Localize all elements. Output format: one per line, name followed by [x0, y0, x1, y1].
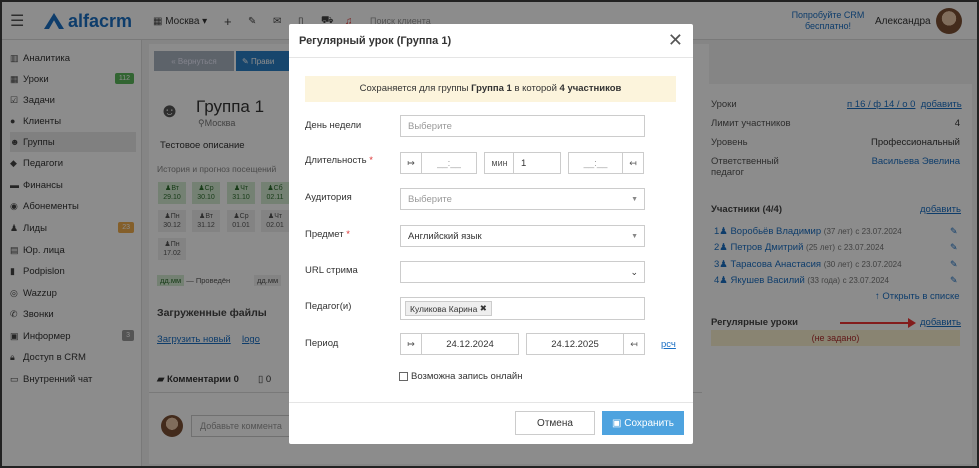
period-to-input[interactable]: 24.12.2025 — [526, 333, 624, 355]
online-booking-checkbox[interactable]: Возможна запись онлайн — [399, 371, 522, 382]
modal-footer-divider — [289, 402, 693, 403]
time-end-icon[interactable]: ↤ — [622, 152, 644, 174]
regular-lesson-modal: Регулярный урок (Группа 1) ✕ Сохраняется… — [289, 24, 693, 444]
caret-down-icon: ▼ — [631, 233, 638, 240]
teacher-tag: Куликова Карина ✖ — [405, 301, 492, 316]
required-mark: * — [346, 229, 350, 240]
required-mark: * — [369, 155, 373, 166]
room-label: Аудитория — [305, 192, 352, 203]
period-from-input[interactable]: 24.12.2024 — [421, 333, 519, 355]
teachers-label: Педагог(и) — [305, 301, 352, 312]
time-start-icon[interactable]: ↦ — [400, 152, 422, 174]
cancel-button[interactable]: Отмена — [515, 411, 595, 435]
remove-tag-icon[interactable]: ✖ — [480, 303, 487, 314]
time-start-input[interactable]: __:__ — [421, 152, 477, 174]
close-icon[interactable]: ✕ — [668, 29, 683, 51]
period-calc-link[interactable]: рсч — [661, 339, 676, 350]
weekday-label: День недели — [305, 120, 362, 131]
subject-label: Предмет * — [305, 229, 350, 240]
checkbox-box[interactable] — [399, 372, 408, 381]
period-end-icon[interactable]: ↤ — [623, 333, 645, 355]
time-end-input[interactable]: __:__ — [568, 152, 623, 174]
save-button[interactable]: ▣ Сохранить — [602, 411, 684, 435]
period-start-icon[interactable]: ↦ — [400, 333, 422, 355]
stream-select[interactable]: ⌄ — [400, 261, 645, 283]
modal-header: Регулярный урок (Группа 1) ✕ — [289, 24, 693, 58]
room-select[interactable]: Выберите ▼ — [400, 188, 645, 210]
teachers-multiselect[interactable]: Куликова Карина ✖ — [400, 297, 645, 320]
chevron-down-icon: ⌄ — [630, 267, 638, 277]
duration-label: Длительность * — [305, 155, 373, 166]
group-notice: Сохраняется для группы Группа 1 в которо… — [305, 76, 676, 102]
period-label: Период — [305, 338, 339, 349]
caret-down-icon: ▼ — [631, 196, 638, 203]
save-icon: ▣ — [612, 417, 622, 429]
app-window: ☰ alfacrm ▦ Москва ▾ + ✎ ✉ ▯ ⛟ ♫ Поиск к… — [0, 0, 979, 468]
subject-select[interactable]: Английский язык ▼ — [400, 225, 645, 247]
minutes-label: мин — [484, 152, 514, 174]
minutes-input[interactable]: 1 — [513, 152, 561, 174]
stream-label: URL стрима — [305, 265, 358, 276]
weekday-select[interactable]: Выберите — [400, 115, 645, 137]
modal-title: Регулярный урок (Группа 1) — [299, 35, 452, 47]
